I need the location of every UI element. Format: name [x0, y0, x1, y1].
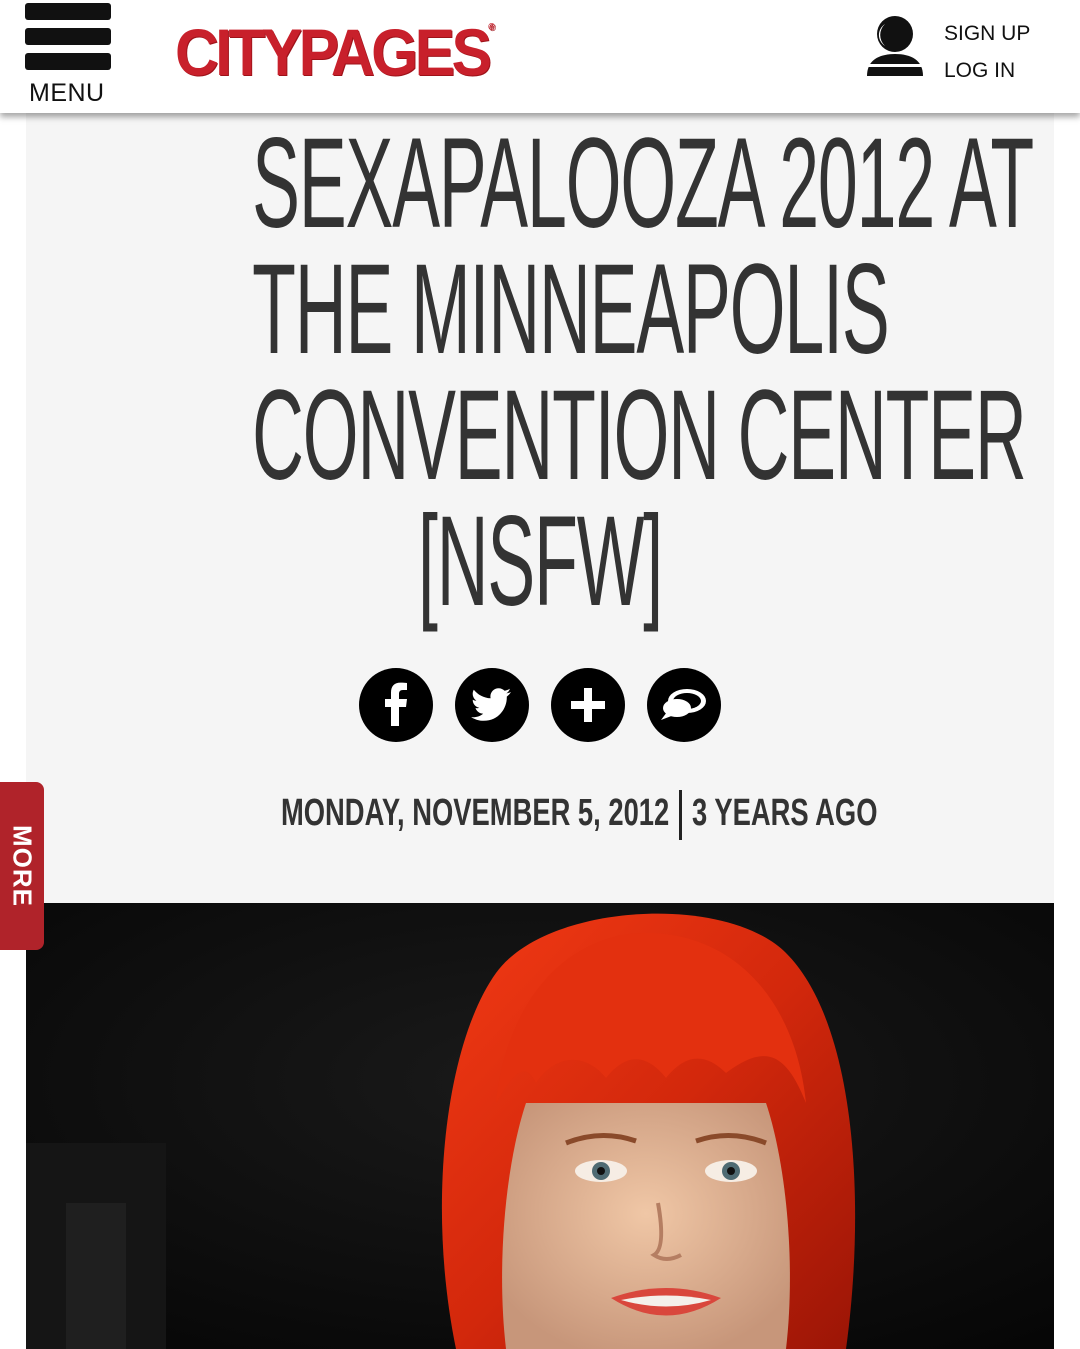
headline-line: THE MINNEAPOLIS: [252, 238, 890, 381]
registered-mark: ®: [488, 22, 496, 33]
twitter-icon: [471, 688, 511, 721]
site-header: MENU CITYPAGES® SIGN UP LOG IN: [0, 0, 1080, 113]
dateline: MONDAY, NOVEMBER 5, 2012 3 YEARS AGO: [26, 785, 1054, 841]
headline-line: SEXAPALOOZA 2012 AT: [252, 112, 1034, 255]
hamburger-icon-bar: [25, 28, 111, 45]
share-bar: [26, 668, 1054, 744]
menu-label: MENU: [29, 79, 105, 107]
twitter-share-button[interactable]: [455, 668, 529, 742]
article-headline: SEXAPALOOZA 2012 AT THE MINNEAPOLIS CONV…: [26, 112, 1054, 633]
portrait-image: [26, 903, 1054, 1349]
relative-age: 3 YEARS AGO: [692, 792, 878, 834]
facebook-icon: [385, 682, 407, 726]
headline-line: CONVENTION CENTER: [252, 364, 1027, 507]
article-header: SEXAPALOOZA 2012 AT THE MINNEAPOLIS CONV…: [26, 113, 1054, 903]
headline-line: [NSFW]: [417, 490, 663, 633]
publish-date: MONDAY, NOVEMBER 5, 2012: [281, 792, 670, 834]
site-logo[interactable]: CITYPAGES®: [175, 14, 495, 94]
user-account-icon[interactable]: [863, 14, 927, 80]
more-tab-label: MORE: [7, 825, 38, 907]
comment-icon: [661, 689, 706, 720]
plus-icon: [571, 688, 605, 722]
comment-button[interactable]: [647, 668, 721, 742]
logo-text: CITYPAGES: [175, 15, 492, 89]
more-side-tab[interactable]: MORE: [0, 782, 44, 950]
menu-button[interactable]: MENU: [25, 3, 111, 109]
log-in-link[interactable]: LOG IN: [944, 59, 1015, 83]
article-lead-photo: [26, 903, 1054, 1349]
hamburger-icon-bar: [25, 53, 111, 70]
hamburger-icon-bar: [25, 3, 111, 20]
facebook-share-button[interactable]: [359, 668, 433, 742]
sign-up-link[interactable]: SIGN UP: [944, 22, 1030, 46]
more-share-button[interactable]: [551, 668, 625, 742]
dateline-divider: [679, 789, 683, 840]
